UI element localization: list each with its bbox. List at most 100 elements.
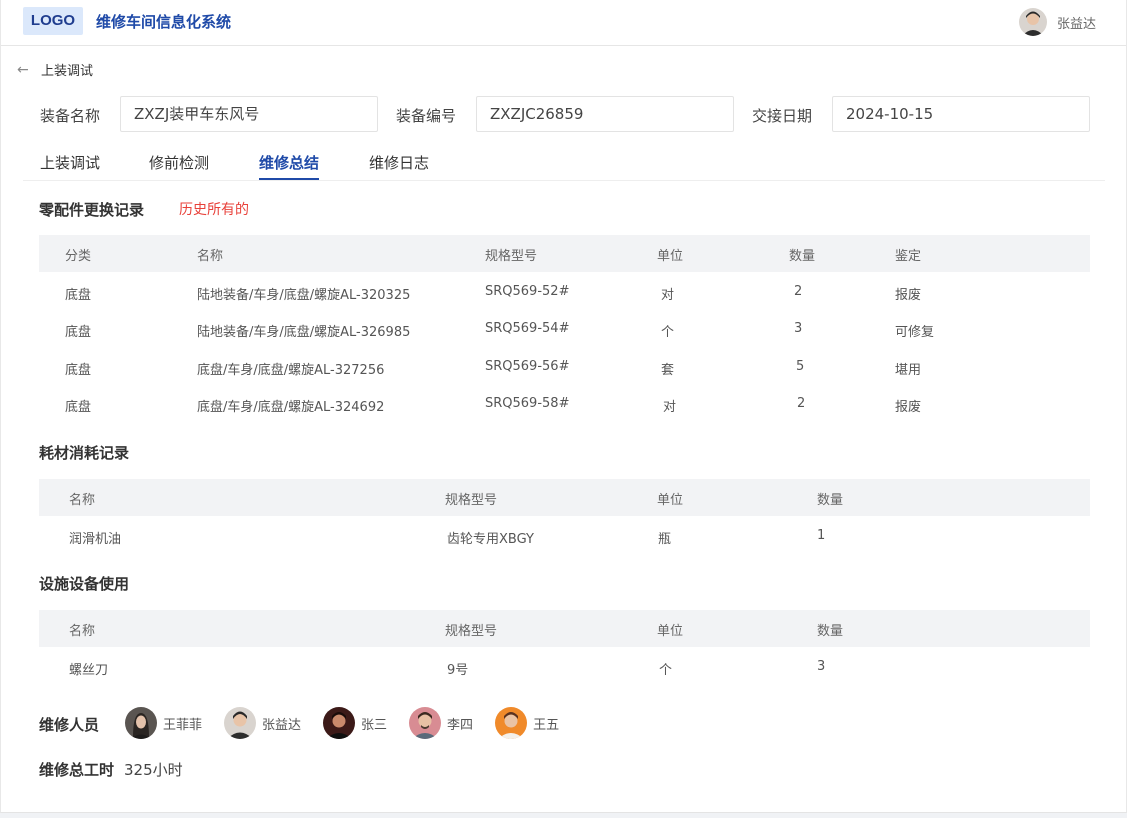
user-menu[interactable]: 张益达 (1018, 8, 1096, 36)
total-hours: 维修总工时 325小时 (39, 759, 183, 780)
repair-staff-list: 王菲菲 张益达 张三 李四 王五 (125, 707, 581, 739)
staff-avatar (323, 707, 356, 739)
total-hours-value: 325小时 (124, 761, 183, 779)
app-title: 维修车间信息化系统 (96, 13, 232, 31)
tab-pre-repair-inspection[interactable]: 修前检测 (149, 152, 209, 178)
user-avatar (1018, 8, 1047, 36)
part-spec: SRQ569-58# (485, 396, 570, 411)
page: LOGO 维修车间信息化系统 张益达 ← 上装调试 装备名称 ZXZJ装甲车东风… (0, 0, 1127, 813)
history-all-link[interactable]: 历史所有的 (179, 199, 249, 219)
facility-unit: 个 (659, 663, 673, 678)
part-qty: 5 (796, 359, 805, 374)
handover-date-label: 交接日期 (752, 107, 813, 125)
facility-spec: 9号 (447, 663, 469, 678)
total-hours-label: 维修总工时 (39, 761, 115, 779)
equipment-name-label: 装备名称 (40, 107, 101, 125)
consumable-name: 润滑机油 (69, 532, 122, 547)
user-name: 张益达 (1056, 16, 1096, 32)
part-unit: 对 (661, 288, 675, 303)
staff-name: 李四 (447, 717, 474, 733)
consumable-spec: 齿轮专用XBGY (447, 532, 534, 547)
tab-repair-summary[interactable]: 维修总结 (259, 152, 320, 180)
table-row: 润滑机油 齿轮专用XBGY 瓶 1 (39, 517, 1090, 554)
consumables-table-header: 名称 规格型号 单位 数量 (39, 479, 1090, 516)
parts-header-appraisal: 鉴定 (895, 249, 922, 264)
staff-member: 李四 (409, 707, 473, 739)
part-appraisal: 可修复 (895, 325, 935, 340)
part-appraisal: 报废 (895, 400, 922, 415)
back-button[interactable]: ← 上装调试 (17, 60, 94, 80)
handover-date-field[interactable]: 2024-10-15 (832, 96, 1090, 132)
parts-section-title: 零配件更换记录 (39, 201, 145, 219)
back-label: 上装调试 (41, 64, 94, 79)
part-category: 底盘 (65, 400, 92, 415)
facilities-table-header: 名称 规格型号 单位 数量 (39, 610, 1090, 647)
facility-qty: 3 (817, 659, 826, 674)
facilities-header-name: 名称 (69, 624, 96, 639)
part-category: 底盘 (65, 363, 92, 378)
equipment-name-field[interactable]: ZXZJ装甲车东风号 (120, 96, 378, 132)
tab-upper-debug[interactable]: 上装调试 (40, 152, 100, 178)
consumables-header-spec: 规格型号 (445, 493, 498, 508)
part-name: 陆地装备/车身/底盘/螺旋AL-320325 (197, 288, 411, 303)
consumables-section-title: 耗材消耗记录 (39, 444, 130, 462)
staff-avatar (125, 707, 157, 739)
staff-member: 王菲菲 (125, 707, 202, 739)
consumable-unit: 瓶 (658, 532, 672, 547)
parts-header-qty: 数量 (789, 249, 816, 264)
consumable-qty: 1 (817, 528, 826, 543)
staff-name: 张益达 (262, 717, 302, 733)
repair-staff-label: 维修人员 (39, 716, 100, 734)
part-appraisal: 堪用 (895, 363, 922, 378)
staff-avatar (495, 707, 528, 739)
staff-avatar (409, 707, 442, 739)
part-qty: 2 (797, 396, 806, 411)
part-spec: SRQ569-54# (485, 321, 570, 336)
part-category: 底盘 (65, 325, 92, 340)
equipment-no-label: 装备编号 (396, 107, 457, 125)
facilities-section-title: 设施设备使用 (39, 575, 130, 593)
consumables-header-qty: 数量 (817, 493, 844, 508)
part-name: 底盘/车身/底盘/螺旋AL-324692 (197, 400, 385, 415)
part-qty: 3 (794, 321, 803, 336)
staff-member: 张益达 (224, 707, 301, 739)
consumables-header-unit: 单位 (657, 493, 684, 508)
facility-name: 螺丝刀 (69, 663, 109, 678)
staff-member: 张三 (323, 707, 387, 739)
tab-repair-log[interactable]: 维修日志 (369, 152, 429, 178)
parts-header-unit: 单位 (657, 249, 684, 264)
parts-header-spec: 规格型号 (485, 249, 538, 264)
top-bar: LOGO 维修车间信息化系统 张益达 (1, 0, 1126, 46)
table-row: 底盘 底盘/车身/底盘/螺旋AL-327256 SRQ569-56# 套 5 堪… (39, 348, 1090, 385)
facilities-header-qty: 数量 (817, 624, 844, 639)
arrow-left-icon: ← (17, 61, 29, 78)
consumables-header-name: 名称 (69, 493, 96, 508)
part-spec: SRQ569-52# (485, 284, 570, 299)
facilities-header-spec: 规格型号 (445, 624, 498, 639)
table-row: 底盘 底盘/车身/底盘/螺旋AL-324692 SRQ569-58# 对 2 报… (39, 385, 1090, 422)
staff-member: 王五 (495, 707, 559, 739)
part-category: 底盘 (65, 288, 92, 303)
part-qty: 2 (794, 284, 803, 299)
part-name: 陆地装备/车身/底盘/螺旋AL-326985 (197, 325, 411, 340)
facilities-header-unit: 单位 (657, 624, 684, 639)
part-unit: 对 (663, 400, 677, 415)
tab-bar: 上装调试 修前检测 维修总结 维修日志 (23, 150, 1105, 181)
parts-table-header: 分类 名称 规格型号 单位 数量 鉴定 (39, 235, 1090, 272)
staff-name: 王五 (533, 717, 560, 733)
table-row: 底盘 陆地装备/车身/底盘/螺旋AL-326985 SRQ569-54# 个 3… (39, 310, 1090, 347)
table-row: 螺丝刀 9号 个 3 (39, 648, 1090, 685)
equipment-no-field[interactable]: ZXZJC26859 (476, 96, 734, 132)
part-unit: 套 (661, 363, 675, 378)
logo: LOGO (23, 7, 83, 35)
part-unit: 个 (661, 325, 675, 340)
parts-header-category: 分类 (65, 249, 92, 264)
staff-avatar (224, 707, 257, 739)
part-appraisal: 报废 (895, 288, 922, 303)
staff-name: 张三 (361, 717, 388, 733)
part-spec: SRQ569-56# (485, 359, 570, 374)
table-row: 底盘 陆地装备/车身/底盘/螺旋AL-320325 SRQ569-52# 对 2… (39, 273, 1090, 310)
part-name: 底盘/车身/底盘/螺旋AL-327256 (197, 363, 385, 378)
parts-header-name: 名称 (197, 249, 224, 264)
staff-name: 王菲菲 (163, 717, 203, 733)
